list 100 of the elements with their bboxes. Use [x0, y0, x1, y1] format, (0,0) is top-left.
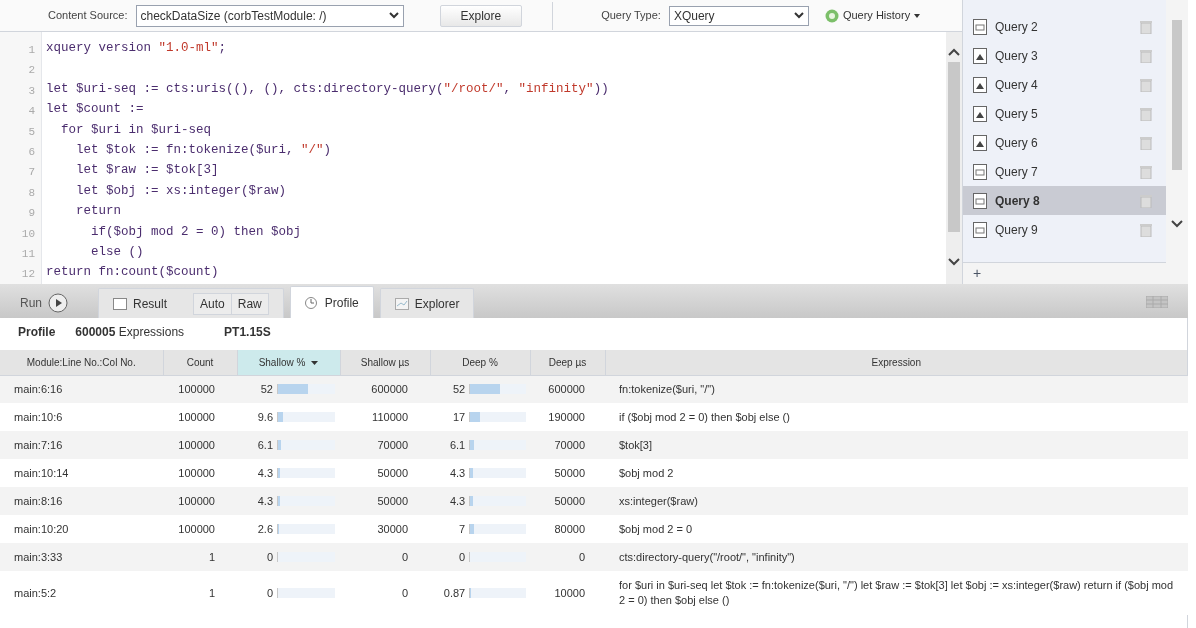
sort-caret-icon — [311, 361, 319, 366]
table-cell: 100000 — [178, 383, 215, 395]
code-line: for $uri in $uri-seq — [60, 122, 212, 137]
table-cell: main:8:16 — [14, 494, 63, 507]
table-cell: 100000 — [178, 494, 215, 507]
table-cell: $obj mod 2 — [619, 466, 674, 479]
history-item[interactable]: Query 4 — [963, 70, 1166, 99]
history-item[interactable]: Query 7 — [963, 157, 1166, 186]
line-number: 7 — [28, 166, 35, 179]
table-cell: 30000 — [377, 522, 408, 535]
document-icon — [973, 192, 987, 209]
scrollbar-thumb[interactable] — [948, 62, 960, 232]
table-cell-text: 52 — [259, 382, 274, 397]
chevron-down-icon — [793, 12, 804, 19]
clock-icon — [304, 296, 319, 309]
caret-icon — [914, 13, 921, 18]
history-item[interactable]: Query 2 — [963, 12, 1166, 41]
table-cell: cts:directory-query("/root/", "infinity") — [619, 550, 795, 563]
globe-icon — [824, 8, 839, 23]
table-cell: fn:tokenize($uri, "/") — [619, 382, 715, 395]
table-cell-text: 2.6 — [256, 521, 274, 537]
table-cell: 0 — [401, 586, 408, 599]
history-item[interactable]: Query 9 — [963, 215, 1166, 244]
table-cell: 0 — [401, 550, 408, 563]
play-icon — [48, 293, 68, 313]
code-line: let $count := — [46, 102, 144, 117]
history-item[interactable]: Query 8 — [963, 186, 1166, 215]
grid-icon[interactable] — [1146, 296, 1168, 308]
column-header[interactable]: Shallow µs — [340, 350, 430, 375]
code-line: let $tok := fn:tokenize($uri, "/") — [75, 142, 332, 157]
tab[interactable]: Profile — [289, 286, 374, 318]
line-number: 11 — [21, 247, 35, 260]
elapsed-time: PT1.15S — [224, 324, 271, 341]
image-file-icon — [973, 47, 987, 64]
scroll-up-icon[interactable] — [948, 48, 960, 56]
column-header[interactable]: Shallow % — [237, 350, 340, 375]
table-cell: $tok[3] — [619, 438, 653, 451]
trash-icon[interactable] — [1140, 48, 1152, 63]
trash-icon[interactable] — [1140, 193, 1152, 208]
image-file-icon — [973, 76, 987, 93]
column-header[interactable]: Expression — [605, 350, 1188, 375]
table-cell-text: 4.3 — [448, 493, 467, 509]
table-cell: 100000 — [178, 522, 215, 535]
table-cell-text: 4.3 — [256, 493, 274, 509]
line-number: 4 — [28, 105, 35, 118]
mode-toggle[interactable]: Raw — [230, 293, 268, 314]
history-item[interactable]: Query 5 — [963, 99, 1166, 128]
mode-toggle[interactable]: Auto — [194, 293, 231, 314]
table-cell-text: 0 — [265, 549, 274, 565]
line-number: 8 — [28, 186, 35, 199]
history-item[interactable]: Query 3 — [963, 41, 1166, 70]
table-cell-text: 0 — [265, 585, 274, 601]
trash-icon[interactable] — [1140, 135, 1152, 150]
scrollbar-thumb[interactable] — [1172, 20, 1182, 170]
line-number: 12 — [21, 268, 35, 281]
trash-icon[interactable] — [1140, 164, 1152, 179]
tab[interactable]: Result Auto Raw — [98, 288, 284, 318]
query-type-select[interactable]: XQuery — [668, 5, 809, 26]
tab[interactable]: Explorer — [379, 288, 475, 318]
line-number: 6 — [28, 145, 35, 158]
table-cell-text: 6.1 — [448, 437, 467, 453]
trash-icon[interactable] — [1140, 222, 1152, 237]
table-cell: 50000 — [377, 466, 408, 479]
table-cell-text: 7 — [458, 521, 467, 537]
table-cell: 110000 — [372, 410, 408, 423]
table-cell: 10000 — [554, 586, 585, 599]
code-line: return — [75, 204, 121, 219]
run-button[interactable]: Run — [20, 288, 68, 318]
window-icon — [113, 297, 127, 310]
add-query-button[interactable]: + — [973, 263, 982, 284]
trash-icon[interactable] — [1140, 19, 1152, 34]
trash-icon[interactable] — [1140, 106, 1152, 121]
content-source-select[interactable]: checkDataSize (corbTestModule: /) — [135, 4, 404, 27]
line-number: 9 — [28, 207, 35, 220]
scroll-down-icon[interactable] — [948, 258, 960, 266]
trash-icon[interactable] — [1140, 77, 1152, 92]
document-icon — [973, 18, 987, 35]
table-cell: 50000 — [554, 466, 585, 479]
explore-button[interactable]: Explore — [439, 4, 523, 27]
history-item[interactable]: Query 6 — [963, 128, 1166, 157]
table-cell-text: 9.6 — [256, 409, 274, 425]
column-header[interactable]: Module:Line No.:Col No. — [0, 350, 163, 375]
table-cell-text: 0 — [458, 549, 467, 565]
code-line: let $raw := $tok[3] — [75, 163, 219, 178]
code-line: let $uri-seq := cts:uris((), (), cts:directory-query("/root/", "infinity")) — [46, 81, 609, 96]
column-header[interactable]: Deep % — [430, 350, 530, 375]
table-cell: xs:integer($raw) — [619, 494, 698, 507]
scroll-down-icon[interactable] — [1171, 220, 1183, 228]
document-icon — [973, 221, 987, 238]
column-header[interactable]: Count — [163, 350, 237, 375]
table-cell: 70000 — [554, 438, 585, 451]
table-cell: 100000 — [178, 466, 215, 479]
table-cell: 80000 — [554, 522, 585, 535]
query-history-button[interactable]: Query History — [824, 7, 921, 24]
chart-icon — [394, 297, 409, 310]
code-line: else () — [90, 244, 144, 259]
table-cell: main:7:16 — [14, 438, 63, 451]
column-header[interactable]: Deep µs — [530, 350, 605, 375]
table-cell-text: 4.3 — [256, 465, 274, 481]
table-cell: if ($obj mod 2 = 0) then $obj else () — [619, 410, 790, 423]
